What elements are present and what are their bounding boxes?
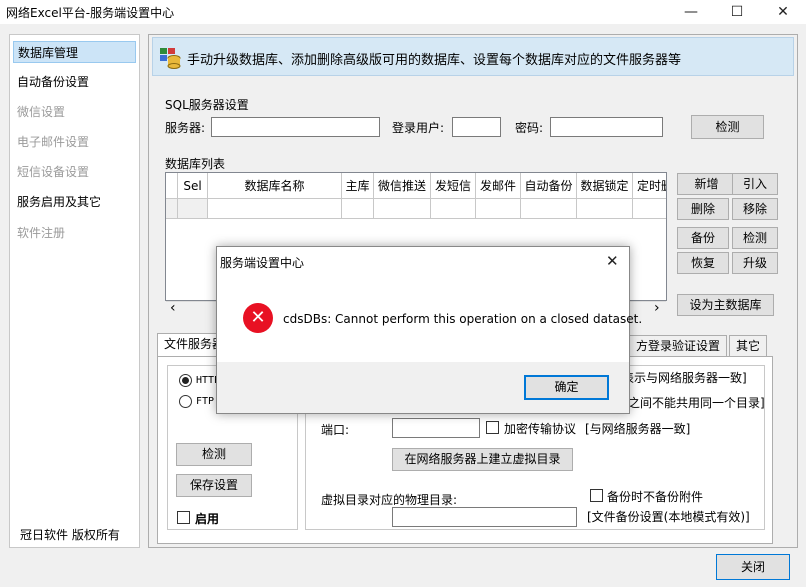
info-banner: 手动升级数据库、添加删除高级版可用的数据库、设置每个数据库对应的文件服务器等: [152, 37, 794, 76]
radio-ftp-label: FTP: [196, 396, 215, 407]
sql-check-button[interactable]: 检测: [691, 115, 764, 139]
error-message: cdsDBs: Cannot perform this operation on…: [283, 312, 643, 326]
import-db-button[interactable]: 引入: [732, 173, 778, 195]
close-button[interactable]: 关闭: [716, 554, 790, 580]
col-main[interactable]: 主库: [342, 173, 374, 199]
sidebar-item-db-management[interactable]: 数据库管理: [13, 41, 136, 63]
port-input[interactable]: [392, 418, 480, 438]
phys-dir-input[interactable]: [392, 507, 577, 527]
table-row[interactable]: [178, 199, 208, 219]
create-vdir-button[interactable]: 在网络服务器上建立虚拟目录: [392, 448, 573, 471]
sidebar-item-register: 软件注册: [17, 226, 66, 240]
scroll-right-icon[interactable]: ›: [654, 300, 660, 316]
sql-group-label: SQL服务器设置: [165, 98, 249, 112]
user-input[interactable]: [452, 117, 501, 137]
port-label: 端口:: [321, 423, 350, 437]
phys-dir-label: 虚拟目录对应的物理目录:: [321, 493, 458, 507]
dialog-title: 服务端设置中心: [220, 256, 305, 270]
col-db-name[interactable]: 数据库名称: [208, 173, 342, 199]
error-icon: ✕: [243, 303, 273, 333]
remove-db-button[interactable]: 移除: [732, 198, 778, 220]
col-email[interactable]: 发邮件: [476, 173, 521, 199]
col-sel[interactable]: Sel: [178, 173, 208, 199]
sidebar-item-auto-backup[interactable]: 自动备份设置: [13, 71, 136, 93]
backup-hint: [文件备份设置(本地模式有效)]: [587, 510, 750, 524]
encrypt-checkbox[interactable]: [486, 421, 499, 437]
radio-ftp[interactable]: [179, 395, 192, 411]
backup-db-button[interactable]: 备份: [677, 227, 729, 249]
sidebar-item-wechat: 微信设置: [17, 105, 66, 119]
sidebar-item-sms: 短信设备设置: [17, 165, 90, 179]
sidebar: 数据库管理 自动备份设置 微信设置 电子邮件设置 短信设备设置 服务启用及其它 …: [9, 34, 140, 548]
encrypt-hint: [与网络服务器一致]: [585, 422, 691, 436]
server-input[interactable]: [211, 117, 380, 137]
col-scheduled-delete[interactable]: 定时删: [633, 173, 666, 199]
no-backup-attach-label: 备份时不备份附件: [607, 490, 704, 504]
close-window-button[interactable]: ✕: [760, 0, 806, 24]
user-label: 登录用户:: [392, 121, 445, 135]
upgrade-db-button[interactable]: 升级: [732, 252, 778, 274]
restore-db-button[interactable]: 恢复: [677, 252, 729, 274]
enable-label: 启用: [195, 512, 220, 526]
enable-checkbox[interactable]: [177, 511, 190, 527]
tab-other[interactable]: 其它: [729, 335, 768, 357]
add-db-button[interactable]: 新增: [677, 173, 736, 195]
minimize-button[interactable]: —: [668, 0, 714, 24]
window-title: 网络Excel平台-服务端设置中心: [6, 6, 175, 20]
save-settings-button[interactable]: 保存设置: [176, 474, 252, 497]
ok-button[interactable]: 确定: [524, 375, 609, 400]
database-icon: [159, 45, 181, 72]
maximize-button[interactable]: ☐: [714, 0, 760, 24]
col-data-lock[interactable]: 数据锁定: [577, 173, 633, 199]
col-wechat[interactable]: 微信推送: [374, 173, 431, 199]
fs-check-button[interactable]: 检测: [176, 443, 252, 466]
col-auto-backup[interactable]: 自动备份: [521, 173, 577, 199]
radio-http[interactable]: [179, 374, 192, 390]
http-hint: 表示与网络服务器一致]: [622, 371, 747, 385]
check-db-button[interactable]: 检测: [732, 227, 778, 249]
encrypt-label: 加密传输协议: [504, 422, 577, 436]
col-sms[interactable]: 发短信: [431, 173, 476, 199]
password-label: 密码:: [515, 121, 544, 135]
tab-login-verify[interactable]: 方登录验证设置: [629, 335, 728, 357]
banner-text: 手动升级数据库、添加删除高级版可用的数据库、设置每个数据库对应的文件服务器等: [187, 53, 682, 68]
copyright-text: 冠日软件 版权所有: [20, 528, 120, 542]
db-list-label: 数据库列表: [165, 157, 226, 171]
delete-db-button[interactable]: 删除: [677, 198, 729, 220]
dir-hint: 之间不能共用同一个目录]: [628, 396, 765, 410]
no-backup-attach-checkbox[interactable]: [590, 489, 603, 505]
password-input[interactable]: [550, 117, 663, 137]
server-label: 服务器:: [165, 121, 206, 135]
sidebar-item-service[interactable]: 服务启用及其它: [13, 191, 136, 213]
set-main-db-button[interactable]: 设为主数据库: [677, 294, 774, 316]
dialog-close-icon[interactable]: ✕: [606, 252, 619, 270]
sidebar-item-email: 电子邮件设置: [17, 135, 90, 149]
scroll-left-icon[interactable]: ‹: [170, 300, 176, 316]
title-bar: 网络Excel平台-服务端设置中心 — ☐ ✕: [0, 0, 806, 24]
